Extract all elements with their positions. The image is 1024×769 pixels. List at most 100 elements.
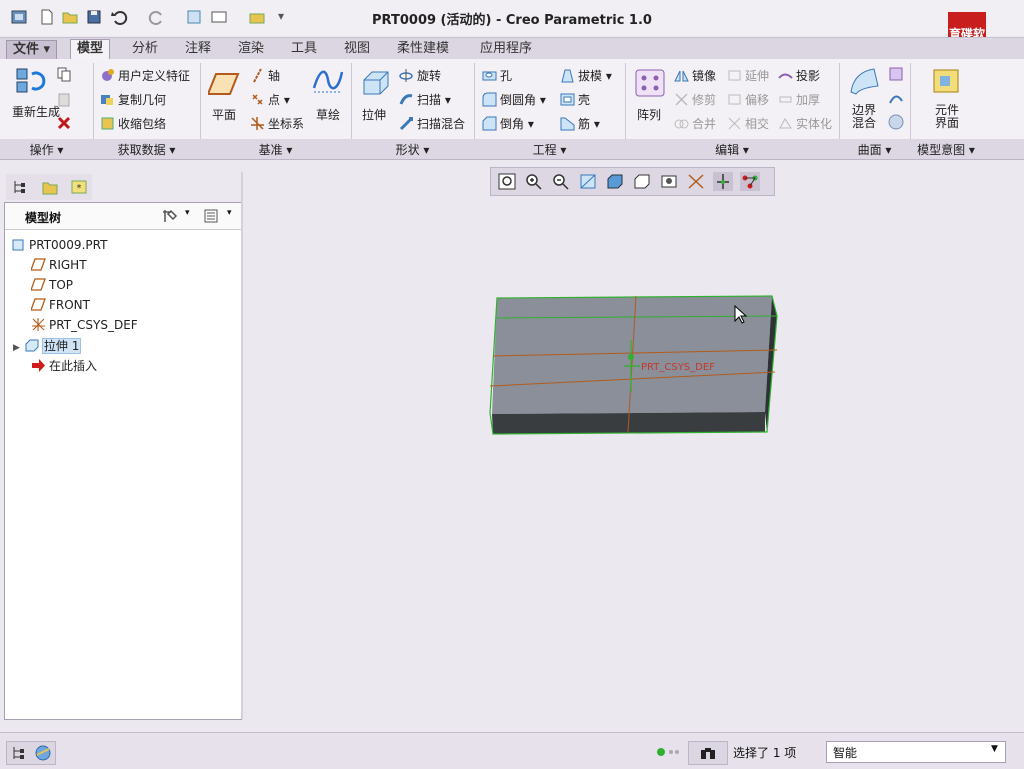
round-button[interactable]: 倒圆角 ▾ [482, 91, 546, 108]
csys-origin-marker [628, 354, 634, 360]
show-chevron-icon[interactable]: ▾ [227, 208, 232, 218]
copy-geometry-button[interactable]: 复制几何 [100, 91, 166, 108]
group-datum[interactable]: 基准 ▾ [200, 141, 351, 158]
extend-icon [728, 70, 741, 81]
tree-item-insert-here[interactable]: 在此插入 [31, 357, 97, 374]
project-button[interactable]: 投影 [778, 67, 820, 84]
csys-label: PRT_CSYS_DEF [641, 362, 715, 373]
annotation-display-icon[interactable] [740, 172, 760, 191]
tab-tools[interactable]: 工具 [285, 40, 323, 58]
expand-arrow-icon[interactable]: ▶ [13, 343, 20, 353]
display-style-icon[interactable] [605, 172, 625, 191]
style-surface-icon[interactable] [888, 91, 904, 107]
tree-item-right[interactable]: RIGHT [31, 257, 87, 272]
sketch-button[interactable]: 草绘 [316, 106, 340, 123]
plane-button[interactable]: 平面 [212, 106, 236, 123]
datum-plane-icon[interactable] [208, 70, 240, 100]
panel-splitter[interactable] [241, 172, 243, 719]
pattern-icon[interactable] [634, 68, 666, 98]
status-bar: 选择了 1 项 智能 ▼ [0, 732, 1024, 769]
tab-file[interactable]: 文件 ▾ [6, 40, 58, 60]
group-get-data[interactable]: 获取数据 ▾ [93, 141, 200, 158]
find-button[interactable] [688, 741, 728, 765]
trim-button: 修剪 [674, 91, 716, 108]
favorites-tab-icon[interactable]: * [70, 178, 88, 196]
group-editing[interactable]: 编辑 ▾ [625, 141, 839, 158]
saved-orientations-icon[interactable] [632, 172, 652, 191]
tree-item-part[interactable]: PRT0009.PRT [11, 237, 107, 252]
boundary-blend-button[interactable]: 边界混合 [852, 104, 878, 130]
binoculars-icon [701, 748, 715, 759]
extrude-icon [25, 339, 39, 352]
tab-applications[interactable]: 应用程序 [474, 40, 538, 58]
component-interface-icon[interactable] [931, 66, 963, 96]
intersect-button: 相交 [727, 115, 769, 132]
paste-icon [58, 93, 70, 107]
shell-button[interactable]: 壳 [560, 91, 590, 108]
tree-settings-icon[interactable] [161, 208, 179, 224]
refit-icon[interactable] [497, 172, 517, 191]
tab-render[interactable]: 渲染 [232, 40, 270, 58]
mouse-pointer-icon [734, 305, 748, 324]
group-surfaces[interactable]: 曲面 ▾ [839, 141, 910, 158]
model-tree-header: 模型树 ▾ ▾ [5, 203, 241, 230]
draft-button[interactable]: 拔模 ▾ [560, 67, 612, 84]
spin-center-icon[interactable] [713, 172, 733, 191]
selection-filter-dropdown[interactable]: 智能 ▼ [826, 741, 1006, 763]
datum-display-filters-icon[interactable] [686, 172, 706, 191]
pattern-button[interactable]: 阵列 [637, 106, 661, 123]
folder-browser-tab-icon[interactable] [41, 178, 59, 196]
csys-button[interactable]: 坐标系 [250, 115, 304, 132]
tree-item-csys[interactable]: PRT_CSYS_DEF [31, 317, 138, 332]
fill-surface-icon[interactable] [888, 66, 904, 82]
tree-settings-chevron-icon[interactable]: ▾ [185, 208, 190, 218]
group-operations[interactable]: 操作 ▾ [0, 141, 93, 158]
boundary-blend-icon[interactable] [848, 66, 880, 96]
tab-flexible-modeling[interactable]: 柔性建模 [391, 40, 455, 58]
group-engineering[interactable]: 工程 ▾ [474, 141, 625, 158]
mirror-button[interactable]: 镜像 [674, 67, 716, 84]
tab-view[interactable]: 视图 [338, 40, 376, 58]
regenerate-button[interactable]: 重新生成 [12, 106, 60, 119]
show-browser-icon[interactable] [34, 745, 52, 761]
tab-analysis[interactable]: 分析 [126, 40, 164, 58]
point-button[interactable]: 点 ▾ [250, 91, 290, 108]
tree-item-extrude[interactable]: ▶ 拉伸 1 [13, 337, 82, 354]
sketch-icon[interactable] [312, 66, 344, 96]
navigator-tabs: * [6, 174, 92, 200]
swept-blend-button[interactable]: 扫描混合 [399, 115, 465, 132]
tree-item-front[interactable]: FRONT [31, 297, 90, 312]
sweep-button[interactable]: 扫描 ▾ [399, 91, 451, 108]
show-columns-icon[interactable] [203, 208, 219, 224]
merge-button: 合并 [674, 115, 716, 132]
group-model-intent[interactable]: 模型意图 ▾ [910, 141, 982, 158]
zoom-out-icon[interactable] [551, 172, 571, 191]
tree-item-top[interactable]: TOP [31, 277, 73, 292]
copy-icon[interactable] [56, 66, 72, 82]
chamfer-button[interactable]: 倒角 ▾ [482, 115, 534, 132]
group-shapes[interactable]: 形状 ▾ [351, 141, 474, 158]
datum-plane-icon [31, 298, 46, 311]
show-navigator-icon[interactable] [11, 745, 27, 761]
delete-icon[interactable] [56, 115, 72, 131]
view-manager-icon[interactable] [659, 172, 679, 191]
window-title: PRT0009 (活动的) - Creo Parametric 1.0 [372, 13, 652, 28]
hole-button[interactable]: 孔 [482, 67, 512, 84]
zoom-in-icon[interactable] [524, 172, 544, 191]
axis-button[interactable]: 轴 [250, 67, 280, 84]
rib-button[interactable]: 筋 ▾ [560, 115, 600, 132]
round-icon [482, 92, 497, 107]
extrude-icon[interactable] [360, 68, 392, 98]
component-interface-button[interactable]: 元件界面 [935, 104, 961, 130]
repaint-icon[interactable] [578, 172, 598, 191]
freestyle-sphere-icon[interactable] [888, 114, 904, 130]
model-tree-tab-icon[interactable] [12, 179, 28, 195]
extrude-button[interactable]: 拉伸 [362, 106, 386, 123]
revolve-button[interactable]: 旋转 [399, 67, 441, 84]
trim-icon [675, 93, 688, 106]
tab-model[interactable]: 模型 [70, 39, 111, 60]
regenerate-icon[interactable] [14, 66, 46, 96]
tab-annotate[interactable]: 注释 [179, 40, 217, 58]
shrinkwrap-button[interactable]: 收缩包络 [100, 115, 166, 132]
udf-button[interactable]: 用户定义特征 [100, 67, 190, 84]
